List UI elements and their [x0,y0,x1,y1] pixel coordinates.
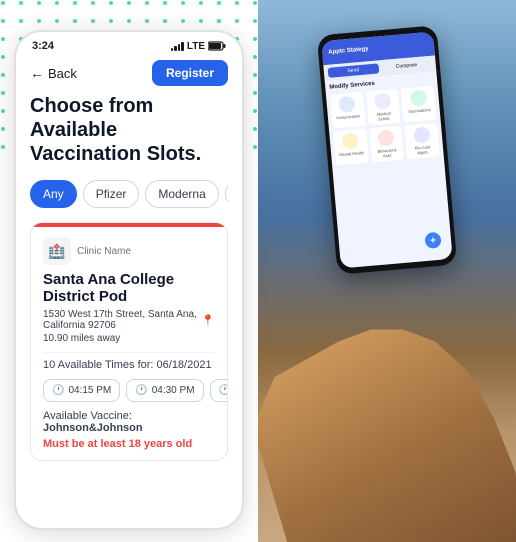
time-slot-2[interactable]: 🕐 04:30 PM [126,379,203,402]
register-button[interactable]: Register [152,60,228,86]
immunization-label: Immunization [335,113,362,120]
mini-icon-mental: Mental Health [333,129,368,166]
filter-row: Any Pfizer Moderna J&J AD [30,180,228,208]
clinic-address: 1530 West 17th Street, Santa Ana, Califo… [43,309,215,331]
mental-label: Mental Health [338,150,365,157]
clinic-distance: 10.90 miles away [43,333,215,344]
mini-fab-button: + [424,232,441,249]
clinic-label: Clinic Name [77,246,131,257]
flucare-label: Flu-Care Mgmt. [409,144,436,156]
mental-icon [342,132,359,149]
status-time: 3:24 [32,40,54,52]
clinic-card-body: 🏥 Clinic Name Santa Ana College District… [31,227,227,460]
slots-title: 10 Available Times for: 06/18/2021 [43,359,215,371]
mini-icon-behavioral: Behavioral Asst. [369,126,405,163]
time-slot-3[interactable]: 🕐 04:45 P [210,379,228,402]
status-bar: 3:24 LTE [16,32,242,56]
back-arrow-icon: ← [30,65,44,81]
time-slot-2-value: 04:30 PM [152,385,195,396]
left-section: 3:24 LTE ← Back [0,0,258,542]
vaccine-name: Johnson&Johnson [43,422,143,434]
age-warning: Must be at least 18 years old [43,438,215,450]
mini-icons-grid: Immunization Medical Sched. Vaccinations [330,86,440,166]
phone-content: Choose from Available Vaccination Slots.… [16,94,242,469]
signal-icon [171,41,184,51]
clock-icon-1: 🕐 [52,385,64,396]
time-slot-1[interactable]: 🕐 04:15 PM [43,379,120,402]
mini-icon-immunization: Immunization [330,92,365,129]
mini-phone-screen: Apptc Stategy Send Compose Modify Servic… [321,32,452,269]
clinic-card: 🏥 Clinic Name Santa Ana College District… [30,222,228,461]
hand-phone-container: Apptc Stategy Send Compose Modify Servic… [258,0,516,542]
vaccinations-icon [410,89,427,106]
mini-icon-flucare: Flu-Care Mgmt. [404,123,440,160]
status-right-icons: LTE [171,41,226,52]
nav-bar: ← Back Register [16,56,242,94]
mini-phone-device: Apptc Stategy Send Compose Modify Servic… [317,25,457,275]
clinic-building-icon: 🏥 [43,237,71,265]
filter-jj[interactable]: J&J [225,180,228,208]
vaccine-label: Available Vaccine: [43,410,132,422]
clock-icon-2: 🕐 [135,385,147,396]
main-title: Choose from Available Vaccination Slots. [30,94,228,166]
mini-content: Modify Services Immunization Medical Sch… [325,71,444,169]
time-slots: 🕐 04:15 PM 🕐 04:30 PM 🕐 04:45 P [43,379,215,402]
filter-pfizer[interactable]: Pfizer [83,180,140,208]
flucare-icon [413,126,430,143]
time-slot-1-value: 04:15 PM [68,385,111,396]
back-label: Back [48,66,77,81]
behavioral-icon [377,129,394,146]
main-title-line1: Choose from Available [30,95,153,141]
behavioral-label: Behavioral Asst. [374,147,401,159]
battery-icon [208,41,226,51]
clinic-name: Santa Ana College District Pod [43,271,215,305]
phone-mockup: 3:24 LTE ← Back [14,30,244,530]
medical-icon [374,93,391,110]
medical-label: Medical Sched. [370,110,397,122]
divider [43,352,215,353]
vaccinations-label: Vaccinations [406,107,433,114]
clock-icon-3: 🕐 [219,385,228,396]
filter-moderna[interactable]: Moderna [145,180,218,208]
clinic-icon-row: 🏥 Clinic Name [43,237,215,265]
clinic-address-text: 1530 West 17th Street, Santa Ana, Califo… [43,309,198,331]
location-pin-icon: 📍 [201,314,215,327]
back-button[interactable]: ← Back [30,65,77,81]
vaccine-info: Available Vaccine: Johnson&Johnson [43,410,215,434]
mini-tab-compose: Compose [381,59,432,73]
main-title-line2: Vaccination Slots. [30,143,201,165]
mini-icon-vaccinations: Vaccinations [401,86,437,123]
mini-tab-send: Send [328,63,379,77]
signal-type: LTE [187,41,205,52]
immunization-icon [339,96,356,113]
mini-icon-medical: Medical Sched. [365,89,401,126]
filter-any[interactable]: Any [30,180,77,208]
photo-section: Apptc Stategy Send Compose Modify Servic… [258,0,516,542]
mini-screen-title: Apptc Stategy [328,46,369,55]
